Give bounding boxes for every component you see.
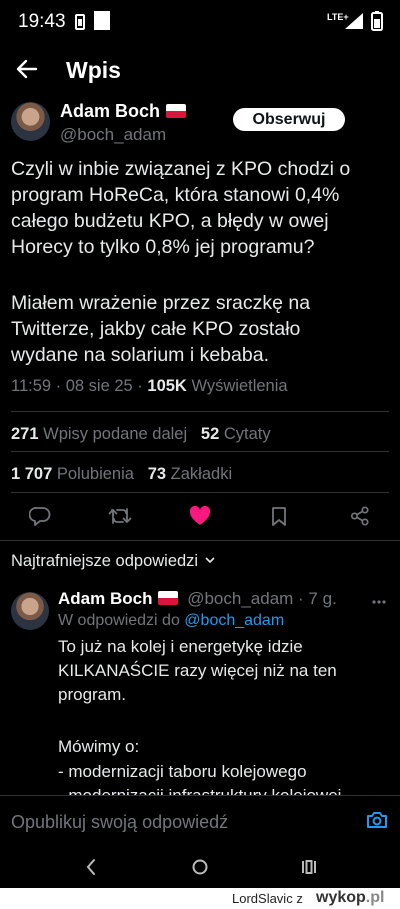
reply-context-handle[interactable]: @boch_adam	[184, 612, 284, 629]
tweet-line: Czyli w inbie związanej z KPO chodzi o	[11, 158, 351, 180]
reply-icon[interactable]	[29, 506, 51, 526]
nav-home-icon[interactable]	[191, 858, 209, 876]
reply-line: KILKANAŚCIE razy więcej niż na ten	[58, 661, 337, 680]
tweet-meta: 11:59 · 08 sie 25 · 105K Wyświetlenia	[11, 377, 288, 395]
battery-icon	[371, 11, 383, 31]
likes-label: Polubienia	[56, 465, 134, 483]
tweet-line: program HoReCa, która stanowi 0,4%	[11, 184, 340, 206]
divider	[11, 451, 389, 452]
wykop-logo: wykop.pl	[316, 889, 384, 907]
chevron-down-icon	[205, 557, 215, 564]
divider	[11, 411, 389, 412]
tweet-line: Twitterze, jakby całe KPO zostało	[11, 318, 301, 340]
follow-button[interactable]: Obserwuj	[233, 108, 345, 131]
views-count: 105K	[147, 377, 187, 395]
author-avatar[interactable]	[11, 102, 50, 141]
tweet-time: 11:59	[11, 377, 52, 395]
camera-icon[interactable]	[366, 810, 388, 830]
reposts-stat[interactable]: 271 Wpisy podane dalej	[11, 425, 187, 443]
watermark-user: LordSlavic z	[232, 891, 303, 906]
author-name-text: Adam Boch	[60, 101, 161, 121]
reply-context: W odpowiedzi do @boch_adam	[58, 612, 284, 630]
watermark-via: z	[296, 891, 303, 906]
watermark-site: wykop	[316, 889, 366, 906]
reply-author-handle[interactable]: @boch_adam	[187, 589, 293, 608]
reply-header: Adam Boch @boch_adam · 7 g.	[58, 589, 337, 609]
likes-count: 1 707	[11, 465, 53, 483]
stats-row-likes: 1 707 Polubienia 73 Zakładki	[11, 465, 232, 484]
status-time: 19:43	[18, 11, 66, 32]
tweet-line: Miałem wrażenie przez sraczkę na	[11, 292, 311, 314]
divider	[0, 540, 400, 541]
stats-row-reposts: 271 Wpisy podane dalej 52 Cytaty	[11, 425, 271, 444]
page-title: Wpis	[66, 57, 121, 83]
bookmarks-label: Zakładki	[170, 465, 233, 483]
notification-icon	[74, 13, 86, 31]
reply-line: program.	[58, 685, 127, 704]
tweet-line: całego budżetu KPO, a błędy w owej	[11, 210, 329, 232]
reply-author-avatar[interactable]	[11, 592, 49, 630]
author-name[interactable]: Adam Boch	[60, 101, 187, 122]
reply-line: - modernizacji taboru kolejowego	[58, 762, 307, 781]
quotes-stat[interactable]: 52 Cytaty	[201, 425, 271, 443]
status-bar: 19:43 LTE+	[0, 0, 400, 44]
poland-flag-icon	[166, 104, 187, 118]
views-label: Wyświetlenia	[191, 377, 288, 395]
author-handle[interactable]: @boch_adam	[60, 125, 166, 145]
reply-input[interactable]: Opublikuj swoją odpowiedź	[11, 812, 228, 833]
replies-sort-dropdown[interactable]: Najtrafniejsze odpowiedzi	[11, 552, 215, 571]
tweet-line: Horecy to tylko 0,8% jej programu?	[11, 236, 315, 258]
more-options-icon[interactable]	[372, 595, 386, 609]
tweet-paragraph-2: Miałem wrażenie przez sraczkę na Twitter…	[11, 290, 391, 368]
tweet-date: 08 sie 25	[65, 377, 133, 395]
media-notification-icon	[94, 11, 110, 30]
like-icon[interactable]	[189, 506, 211, 526]
replies-sort-label: Najtrafniejsze odpowiedzi	[11, 552, 199, 570]
tweet-paragraph-1: Czyli w inbie związanej z KPO chodzi o p…	[11, 156, 391, 260]
nav-back-icon[interactable]	[84, 858, 98, 876]
back-arrow-icon[interactable]	[14, 58, 40, 80]
reposts-count: 271	[11, 425, 39, 443]
retweet-icon[interactable]	[108, 506, 132, 526]
reply-line: To już na kolej i energetykę idzie	[58, 637, 303, 656]
bookmark-icon[interactable]	[270, 506, 288, 526]
poland-flag-icon	[158, 591, 179, 605]
divider	[11, 492, 389, 493]
bookmarks-stat[interactable]: 73 Zakładki	[148, 465, 232, 483]
tweet-line: wydane na solarium i kebaba.	[11, 344, 269, 366]
watermark-username: LordSlavic	[232, 891, 293, 906]
reposts-label: Wpisy podane dalej	[43, 425, 188, 443]
reply-age: · 7 g.	[298, 589, 337, 608]
share-icon[interactable]	[350, 506, 370, 526]
likes-stat[interactable]: 1 707 Polubienia	[11, 465, 134, 483]
bookmarks-count: 73	[147, 465, 167, 483]
quotes-label: Cytaty	[223, 425, 271, 443]
reply-author-name[interactable]: Adam Boch	[58, 589, 152, 608]
reply-line: Mówimy o:	[58, 737, 140, 756]
nav-recents-icon[interactable]	[300, 858, 318, 876]
quotes-count: 52	[200, 425, 220, 443]
watermark-tld: .pl	[365, 889, 385, 906]
reply-context-prefix: W odpowiedzi do	[58, 612, 180, 629]
signal-icon	[343, 12, 365, 30]
